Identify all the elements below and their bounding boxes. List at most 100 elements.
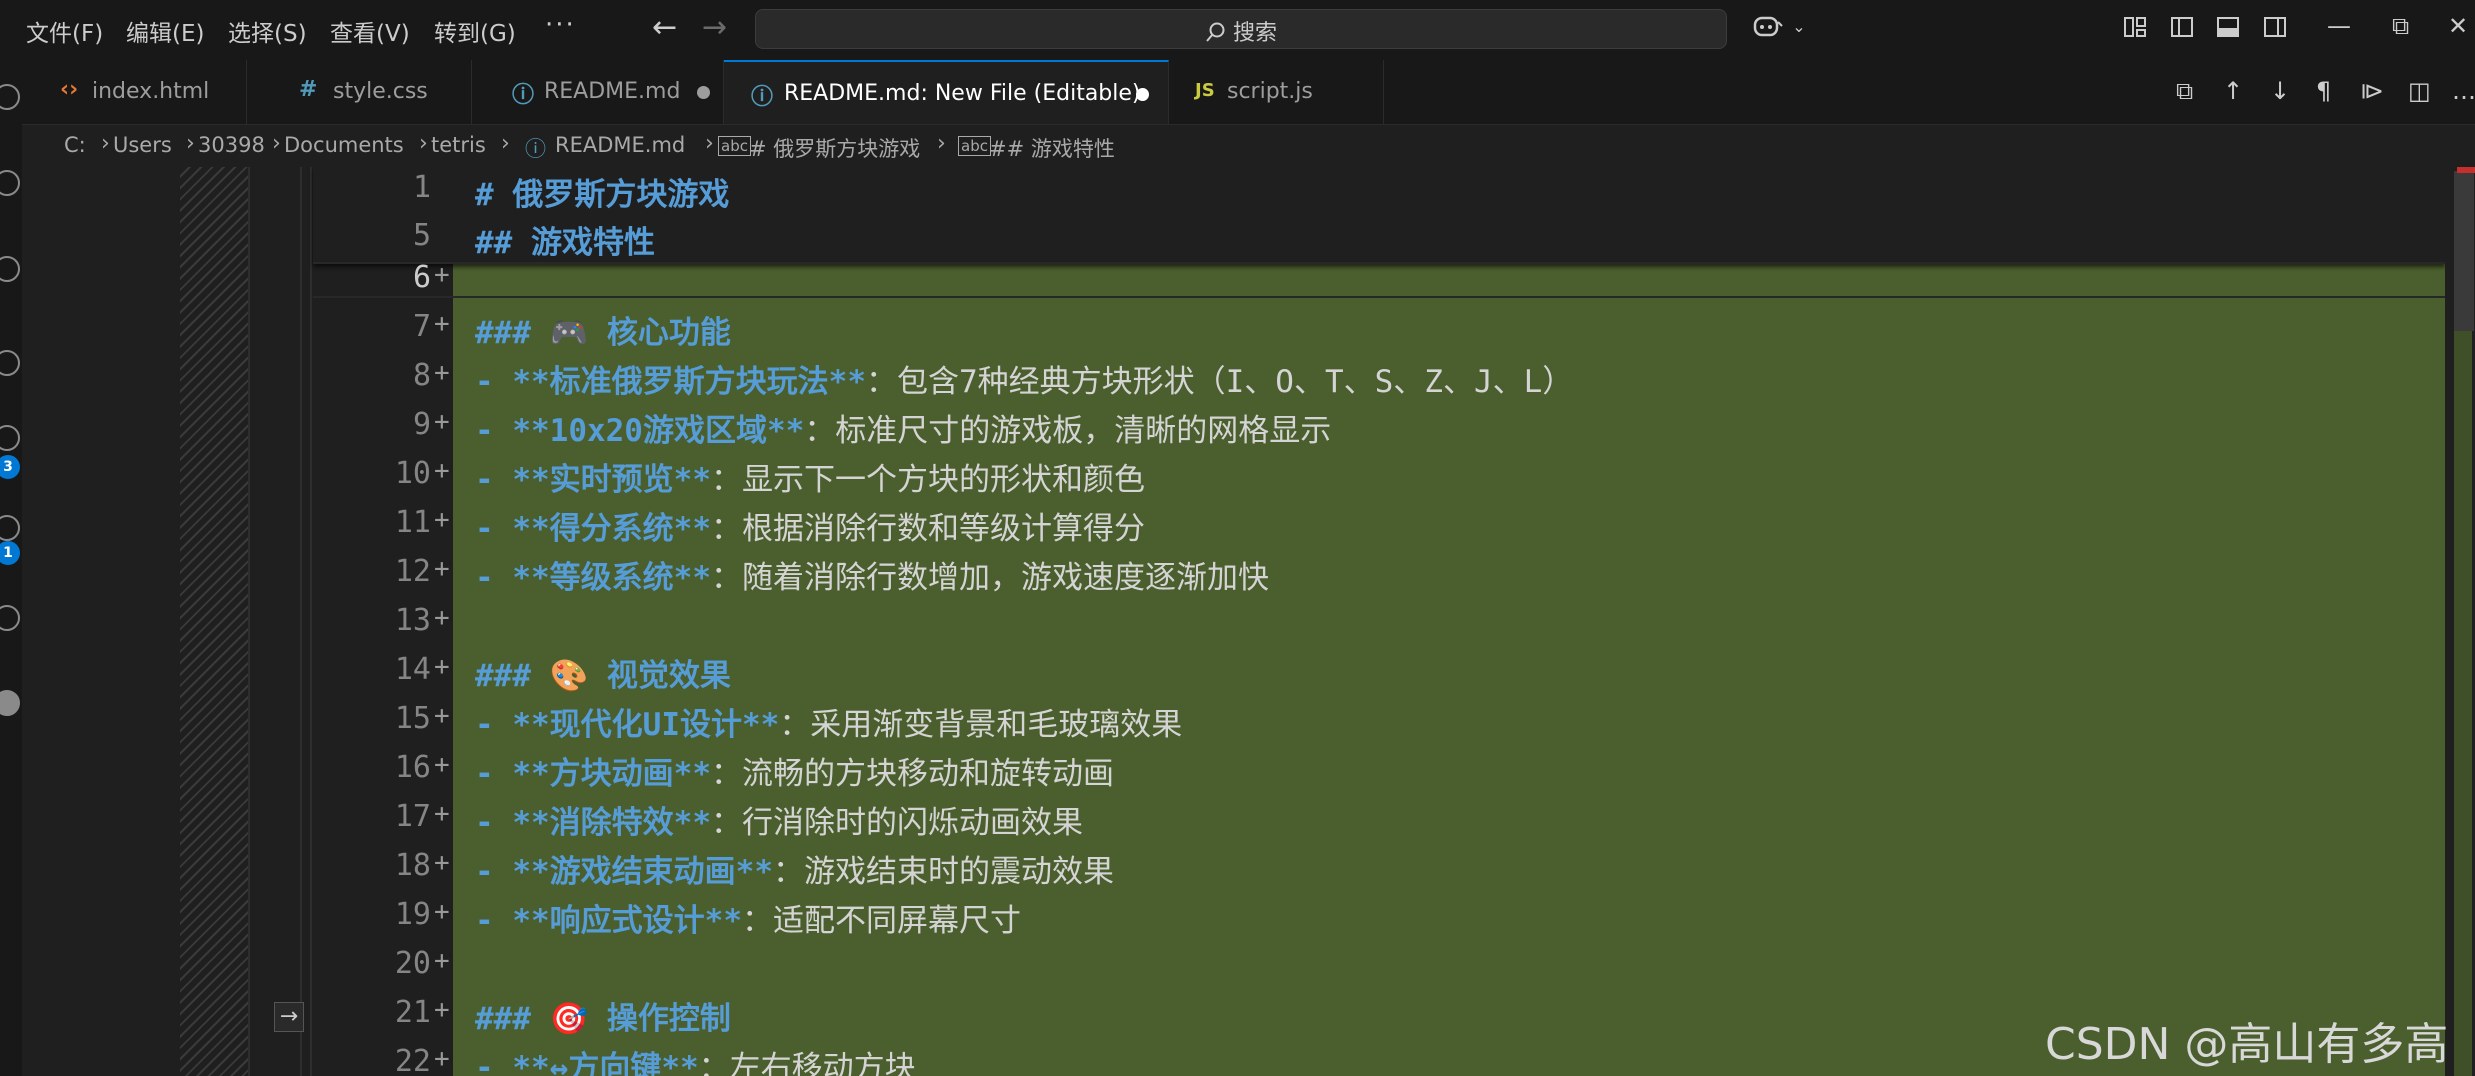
menu-more-button[interactable]: ··· [545, 10, 576, 40]
account-icon[interactable] [0, 690, 20, 716]
breadcrumb-users[interactable]: Users [113, 133, 172, 157]
markdown-bold-text: ### 🎨 视觉效果 [475, 658, 731, 694]
remote-icon[interactable] [0, 350, 20, 376]
tab-label: style.css [333, 79, 428, 104]
minimize-icon[interactable]: — [2327, 12, 2351, 40]
open-preview-icon[interactable]: ⧉ [2176, 77, 2193, 105]
code-line[interactable]: - **消除特效**：行消除时的闪烁动画效果 [475, 797, 1083, 842]
back-arrow-icon[interactable]: ← [652, 10, 677, 45]
menu-selection[interactable]: 选择(S) [228, 14, 307, 48]
divider [310, 167, 312, 1076]
menu-view[interactable]: 查看(V) [330, 14, 410, 48]
code-line[interactable]: ### 🎯 操作控制 [475, 993, 731, 1038]
added-line-marker: + [434, 407, 450, 437]
code-line[interactable]: ### 🎨 视觉效果 [475, 650, 731, 695]
line-number: 10 [394, 456, 431, 491]
explorer-icon[interactable] [0, 84, 20, 110]
extensions-icon[interactable] [0, 515, 20, 541]
tab-readme-new-file[interactable]: ⓘ README.md: New File (Editable) [724, 60, 1169, 124]
breadcrumb-tetris[interactable]: tetris [431, 133, 486, 157]
breadcrumb-drive[interactable]: C: [64, 133, 86, 157]
divider [300, 167, 302, 1076]
scrollbar-thumb[interactable] [2454, 171, 2474, 331]
line-number: 16 [394, 750, 431, 785]
breadcrumb-file[interactable]: README.md [555, 133, 685, 157]
markdown-plain-text: ：采用渐变背景和毛玻璃效果 [779, 707, 1183, 743]
tab-script-js[interactable]: JS script.js [1169, 60, 1384, 124]
chevron-right-icon: › [101, 131, 110, 156]
sticky-scroll: 1 # 俄罗斯方块游戏 5 ## 游戏特性 [313, 167, 2445, 264]
added-line-marker: + [434, 260, 450, 290]
tab-index-html[interactable]: ‹› index.html [22, 60, 247, 124]
code-line[interactable]: - **↔方向键**：左右移动方块 [475, 1042, 916, 1076]
tab-label: index.html [92, 79, 210, 104]
forward-arrow-icon[interactable]: → [702, 10, 727, 45]
diff-editor[interactable]: 1 # 俄罗斯方块游戏 5 ## 游戏特性 6 +7 + ### 🎮 核心功能 8 + - … [22, 167, 2475, 1076]
breadcrumb-heading-2[interactable]: ## 游戏特性 [989, 133, 1115, 163]
run-debug-icon[interactable] [0, 256, 20, 282]
toggle-whitespace-icon[interactable]: ¶ [2316, 77, 2331, 105]
next-change-icon[interactable]: ↓ [2270, 77, 2290, 105]
breadcrumb-heading-1[interactable]: # 俄罗斯方块游戏 [749, 133, 920, 163]
unsaved-dot-icon[interactable] [697, 86, 710, 99]
added-line-marker: + [434, 946, 450, 976]
menu-file[interactable]: 文件(F) [26, 14, 103, 48]
more-actions-icon[interactable]: … [2452, 77, 2475, 105]
customize-layout-icon[interactable] [2123, 15, 2147, 39]
menu-goto[interactable]: 转到(G) [434, 14, 516, 48]
info-file-icon: ⓘ [512, 83, 535, 108]
added-line-marker: + [434, 701, 450, 731]
code-line[interactable]: ## 游戏特性 [475, 217, 655, 262]
toggle-secondary-sidebar-icon[interactable] [2263, 15, 2287, 39]
extensions-badge: 1 [0, 541, 20, 565]
added-line-marker: + [434, 603, 450, 633]
line-number: 7 [412, 309, 431, 344]
chevron-right-icon: › [272, 131, 281, 156]
tab-readme-md[interactable]: ⓘ README.md [472, 60, 724, 124]
unsaved-dot-icon[interactable] [1136, 88, 1149, 101]
tab-label: script.js [1227, 79, 1313, 104]
added-line-marker: + [434, 505, 450, 535]
current-line-highlight [313, 262, 2445, 298]
code-line[interactable]: - **现代化UI设计**：采用渐变背景和毛玻璃效果 [475, 699, 1182, 744]
code-line[interactable]: ### 🎮 核心功能 [475, 307, 731, 352]
code-line[interactable]: # 俄罗斯方块游戏 [475, 169, 729, 214]
line-number: 5 [412, 218, 431, 253]
source-control-icon[interactable] [0, 425, 20, 451]
code-line[interactable]: - **实时预览**：显示下一个方块的形状和颜色 [475, 454, 1145, 499]
markdown-plain-text: ：显示下一个方块的形状和颜色 [710, 462, 1145, 498]
added-line-marker: + [434, 995, 450, 1025]
code-line[interactable]: - **等级系统**：随着消除行数增加，游戏速度逐渐加快 [475, 552, 1269, 597]
markdown-bold-text: - **现代化UI设计** [475, 707, 780, 743]
testing-icon[interactable] [0, 605, 20, 631]
code-line[interactable]: - **标准俄罗斯方块玩法**：包含7种经典方块形状（I、O、T、S、Z、J、L… [475, 356, 1573, 401]
line-number: 15 [394, 701, 431, 736]
toggle-panel-icon[interactable] [2216, 15, 2240, 39]
code-line[interactable]: - **方块动画**：流畅的方块移动和旋转动画 [475, 748, 1114, 793]
code-line[interactable]: - **10x20游戏区域**：标准尺寸的游戏板，清晰的网格显示 [475, 405, 1331, 450]
overview-ruler-removed [2457, 167, 2475, 173]
code-line[interactable]: - **得分系统**：根据消除行数和等级计算得分 [475, 503, 1145, 548]
breadcrumb-user-folder[interactable]: 30398 [198, 133, 265, 157]
previous-change-icon[interactable]: ↑ [2223, 77, 2243, 105]
markdown-bold-text: - **实时预览** [475, 462, 711, 498]
code-line[interactable]: - **游戏结束动画**：游戏结束时的震动效果 [475, 846, 1114, 891]
added-line-marker: + [434, 848, 450, 878]
symbol-string-icon: abc [958, 136, 991, 156]
collapse-unchanged-icon[interactable]: → [274, 1002, 304, 1032]
tab-style-css[interactable]: # style.css [247, 60, 472, 124]
breadcrumb-documents[interactable]: Documents [284, 133, 404, 157]
code-line[interactable]: - **响应式设计**：适配不同屏幕尺寸 [475, 895, 1021, 940]
search-view-icon[interactable] [0, 170, 20, 196]
open-changes-icon[interactable]: ⧐ [2360, 77, 2384, 105]
restore-icon[interactable]: ⧉ [2392, 12, 2409, 40]
menu-edit[interactable]: 编辑(E) [126, 14, 204, 48]
copilot-icon[interactable]: ⌄ [1752, 12, 1806, 47]
close-window-icon[interactable]: ✕ [2448, 12, 2468, 40]
markdown-plain-text: ：根据消除行数和等级计算得分 [710, 511, 1145, 547]
toggle-primary-sidebar-icon[interactable] [2170, 15, 2194, 39]
line-number: 12 [394, 554, 431, 589]
added-line-marker: + [434, 1044, 450, 1074]
command-center-search[interactable]: 搜索 [755, 9, 1727, 49]
split-editor-icon[interactable]: ◫ [2408, 77, 2431, 105]
